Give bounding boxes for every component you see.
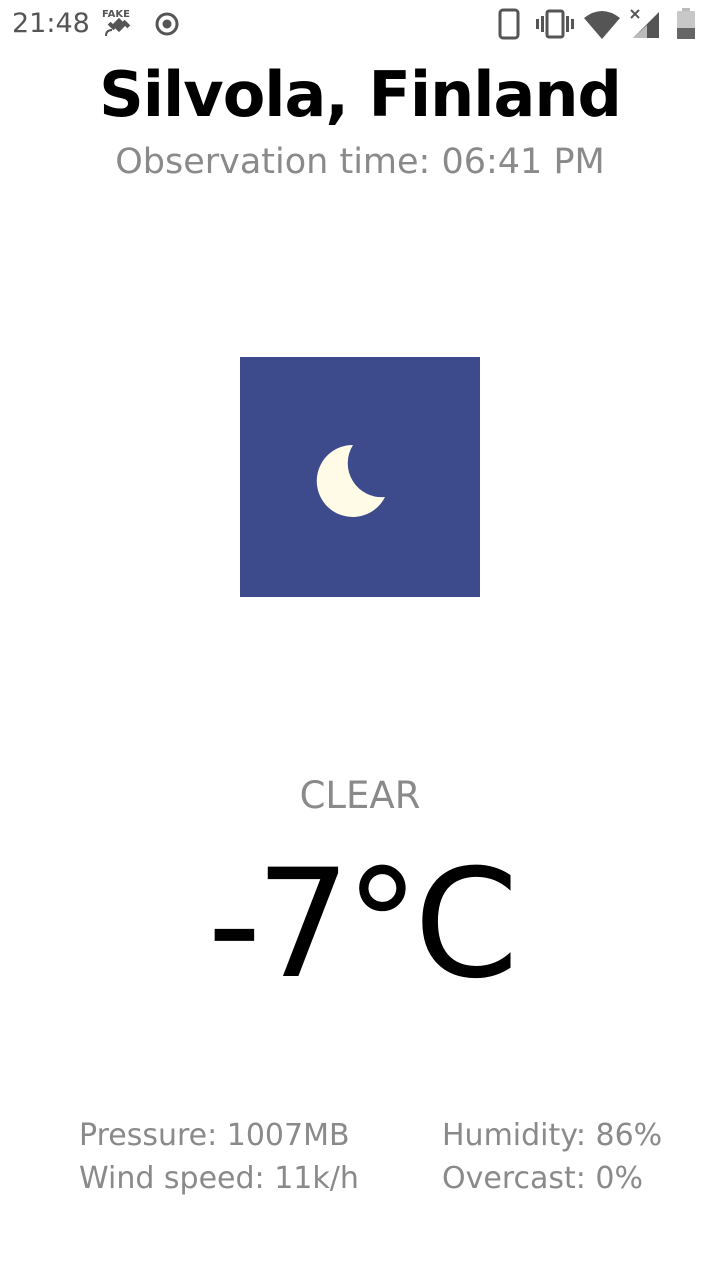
- signal-icon: [629, 8, 661, 45]
- temperature: -7°C: [207, 838, 518, 1012]
- record-icon: [154, 11, 180, 42]
- pressure: Pressure: 1007MB: [79, 1118, 350, 1153]
- wifi-icon: [583, 10, 621, 45]
- moon-icon: [240, 357, 480, 597]
- observation-time: Observation time: 06:41 PM: [115, 142, 605, 182]
- fake-gps-icon: FAKE: [100, 6, 138, 47]
- humidity: Humidity: 86%: [442, 1118, 663, 1153]
- weather-condition: CLEAR: [299, 774, 421, 817]
- phone-icon: [498, 8, 520, 45]
- battery-icon: [676, 8, 696, 45]
- status-bar: 21:48 FAKE: [0, 0, 720, 48]
- status-time: 21:48: [12, 8, 90, 39]
- overcast: Overcast: 0%: [442, 1161, 644, 1196]
- vibrate-icon: [536, 9, 574, 44]
- location-title: Silvola, Finland: [99, 58, 622, 131]
- fake-gps-label: FAKE: [102, 9, 130, 20]
- weather-image: [240, 357, 480, 597]
- wind-speed: Wind speed: 11k/h: [79, 1161, 359, 1196]
